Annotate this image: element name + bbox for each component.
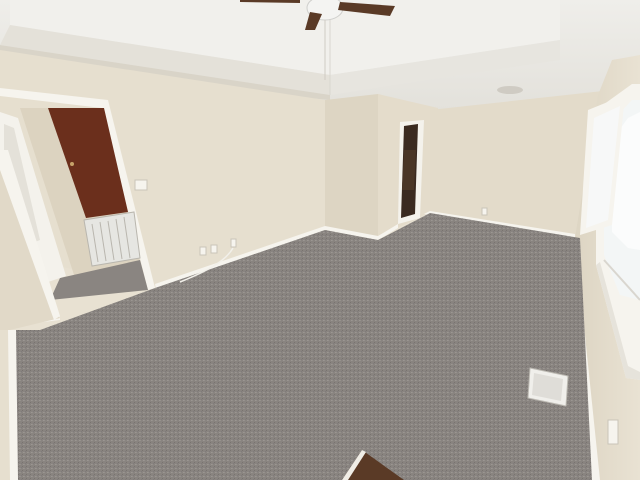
wall-vent-icon <box>83 211 141 267</box>
smoke-detector-icon <box>497 86 523 94</box>
center-doorway <box>398 120 424 224</box>
outlet-icon <box>481 207 488 216</box>
room-photo <box>0 0 640 480</box>
outlet-icon <box>199 246 207 256</box>
outlet-icon <box>230 238 237 248</box>
light-switch-icon <box>134 179 148 191</box>
outlet-icon <box>607 419 619 445</box>
room-illustration <box>0 0 640 480</box>
outlet-icon <box>210 244 218 254</box>
door-knob-icon <box>70 162 74 166</box>
